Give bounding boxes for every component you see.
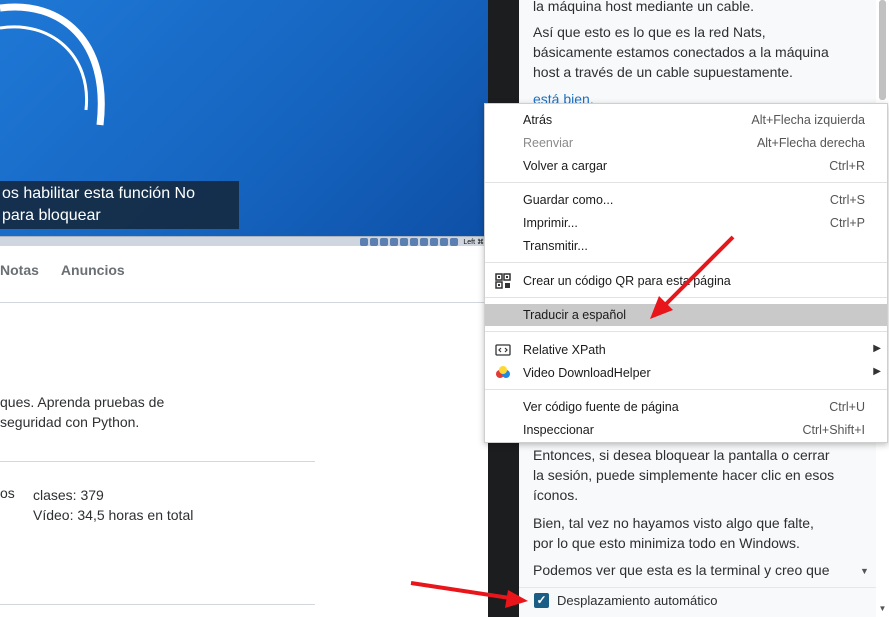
menu-separator: [485, 182, 887, 183]
menu-item-cast[interactable]: Transmitir...: [485, 235, 887, 257]
course-tabs: Notas Anuncios: [0, 262, 125, 278]
qr-code-icon: [495, 273, 511, 289]
transcript-line[interactable]: la máquina host mediante un cable.: [533, 0, 863, 16]
menu-item-label: Reenviar: [523, 136, 574, 150]
menu-item-reload[interactable]: Volver a cargar Ctrl+R: [485, 155, 887, 177]
menu-item-label: Video DownloadHelper: [523, 366, 651, 380]
menu-item-back[interactable]: Atrás Alt+Flecha izquierda: [485, 109, 887, 131]
vm-mouse-icon[interactable]: [450, 238, 459, 246]
menu-item-label: Inspeccionar: [523, 423, 594, 437]
menu-separator: [485, 297, 887, 298]
transcript-cue[interactable]: Entonces, si desea bloquear la pantalla …: [533, 445, 863, 505]
menu-separator: [485, 331, 887, 332]
menu-item-label: Imprimir...: [523, 216, 578, 230]
menu-item-shortcut: Ctrl+S: [829, 193, 865, 207]
menu-item-translate[interactable]: Traducir a español: [485, 304, 887, 326]
subtitle-line-1: os habilitar esta función No: [2, 185, 195, 202]
menu-item-shortcut: Ctrl+R: [829, 159, 865, 173]
menu-item-shortcut: Alt+Flecha izquierda: [751, 113, 865, 127]
menu-item-shortcut: Ctrl+U: [829, 400, 865, 414]
description-line-1: ques. Aprenda pruebas de: [0, 394, 165, 410]
kali-logo-swoosh: [0, 3, 105, 126]
page-scrollbar-thumb[interactable]: [879, 0, 886, 100]
video-subtitle: os habilitar esta función No para bloque…: [0, 181, 239, 229]
menu-separator: [485, 262, 887, 263]
stat-video: Vídeo: 34,5 horas en total: [33, 507, 194, 523]
screen: os habilitar esta función No para bloque…: [0, 0, 889, 617]
description-line-2: seguridad con Python.: [0, 414, 140, 430]
vm-recording-icon[interactable]: [430, 238, 439, 246]
menu-item-label: Volver a cargar: [523, 159, 608, 173]
transcript-line: Bien, tal vez no hayamos visto algo que …: [533, 515, 814, 531]
menu-item-label: Relative XPath: [523, 343, 606, 357]
xpath-extension-icon: [495, 344, 511, 356]
menu-item-forward[interactable]: Reenviar Alt+Flecha derecha: [485, 132, 887, 154]
vm-host-key: Left ⌘: [463, 239, 484, 246]
transcript-cue[interactable]: Bien, tal vez no hayamos visto algo que …: [533, 513, 863, 553]
menu-item-qr-code[interactable]: Crear un código QR para esta página: [485, 270, 887, 292]
vm-disk-icon[interactable]: [360, 238, 369, 246]
autoscroll-checkbox[interactable]: ✓: [534, 593, 549, 608]
transcript-line: por lo que esto minimiza todo en Windows…: [533, 535, 800, 551]
submenu-arrow-icon: ▶: [873, 366, 881, 377]
panel-scroll-down-icon[interactable]: ▼: [860, 566, 869, 576]
transcript-line: íconos.: [533, 487, 579, 503]
section-divider: [0, 604, 315, 605]
course-description: ques. Aprenda pruebas de seguridad con P…: [0, 392, 164, 432]
submenu-arrow-icon: ▶: [873, 343, 881, 354]
vm-display-icon[interactable]: [420, 238, 429, 246]
menu-item-label: Atrás: [523, 113, 553, 127]
video-downloadhelper-icon: [496, 366, 510, 378]
menu-item-label: Ver código fuente de página: [523, 400, 679, 414]
vm-statusbar: Left ⌘: [0, 236, 488, 246]
tab-notas[interactable]: Notas: [0, 262, 39, 278]
transcript-line: Entonces, si desea bloquear la pantalla …: [533, 447, 830, 463]
transcript-line: la sesión, puede simplemente hacer clic …: [533, 467, 835, 483]
menu-item-video-downloadhelper[interactable]: Video DownloadHelper ▶: [485, 362, 887, 384]
context-menu: Atrás Alt+Flecha izquierda Reenviar Alt+…: [484, 103, 888, 443]
transcript-line: host a través de un cable supuestamente.: [533, 64, 793, 80]
menu-separator: [485, 389, 887, 390]
vm-network-icon[interactable]: [390, 238, 399, 246]
transcript-cue[interactable]: Podemos ver que esta es la terminal y cr…: [533, 560, 863, 580]
menu-item-shortcut: Ctrl+Shift+I: [802, 423, 865, 437]
menu-item-label: Guardar como...: [523, 193, 614, 207]
menu-item-view-source[interactable]: Ver código fuente de página Ctrl+U: [485, 396, 887, 418]
menu-item-relative-xpath[interactable]: Relative XPath ▶: [485, 339, 887, 361]
menu-item-shortcut: Ctrl+P: [829, 216, 865, 230]
menu-item-inspect[interactable]: Inspeccionar Ctrl+Shift+I: [485, 419, 887, 441]
subtitle-line-2: para bloquear: [2, 207, 101, 224]
transcript-line: básicamente estamos conectados a la máqu…: [533, 44, 829, 60]
tab-anuncios[interactable]: Anuncios: [61, 262, 125, 278]
stat-classes: clases: 379: [33, 487, 104, 503]
course-stats: clases: 379 Vídeo: 34,5 horas en total: [33, 485, 193, 525]
section-divider: [0, 461, 315, 462]
menu-item-label: Crear un código QR para esta página: [523, 274, 731, 288]
autoscroll-label[interactable]: Desplazamiento automático: [557, 593, 717, 608]
vm-optical-icon[interactable]: [370, 238, 379, 246]
vm-shared-folder-icon[interactable]: [410, 238, 419, 246]
menu-item-label: Transmitir...: [523, 239, 588, 253]
menu-item-save-as[interactable]: Guardar como... Ctrl+S: [485, 189, 887, 211]
vm-cpu-icon[interactable]: [440, 238, 449, 246]
stats-label: os: [0, 485, 15, 501]
tabs-divider: [0, 302, 488, 303]
menu-item-print[interactable]: Imprimir... Ctrl+P: [485, 212, 887, 234]
menu-item-shortcut: Alt+Flecha derecha: [756, 136, 865, 150]
video-player[interactable]: os habilitar esta función No para bloque…: [0, 0, 488, 246]
menu-item-label: Traducir a español: [523, 308, 627, 322]
transcript-line: Así que esto es lo que es la red Nats,: [533, 24, 766, 40]
vm-audio-icon[interactable]: [380, 238, 389, 246]
transcript-cue[interactable]: Así que esto es lo que es la red Nats, b…: [533, 22, 863, 82]
scroll-down-arrow-icon[interactable]: ▼: [877, 604, 888, 613]
vm-usb-icon[interactable]: [400, 238, 409, 246]
